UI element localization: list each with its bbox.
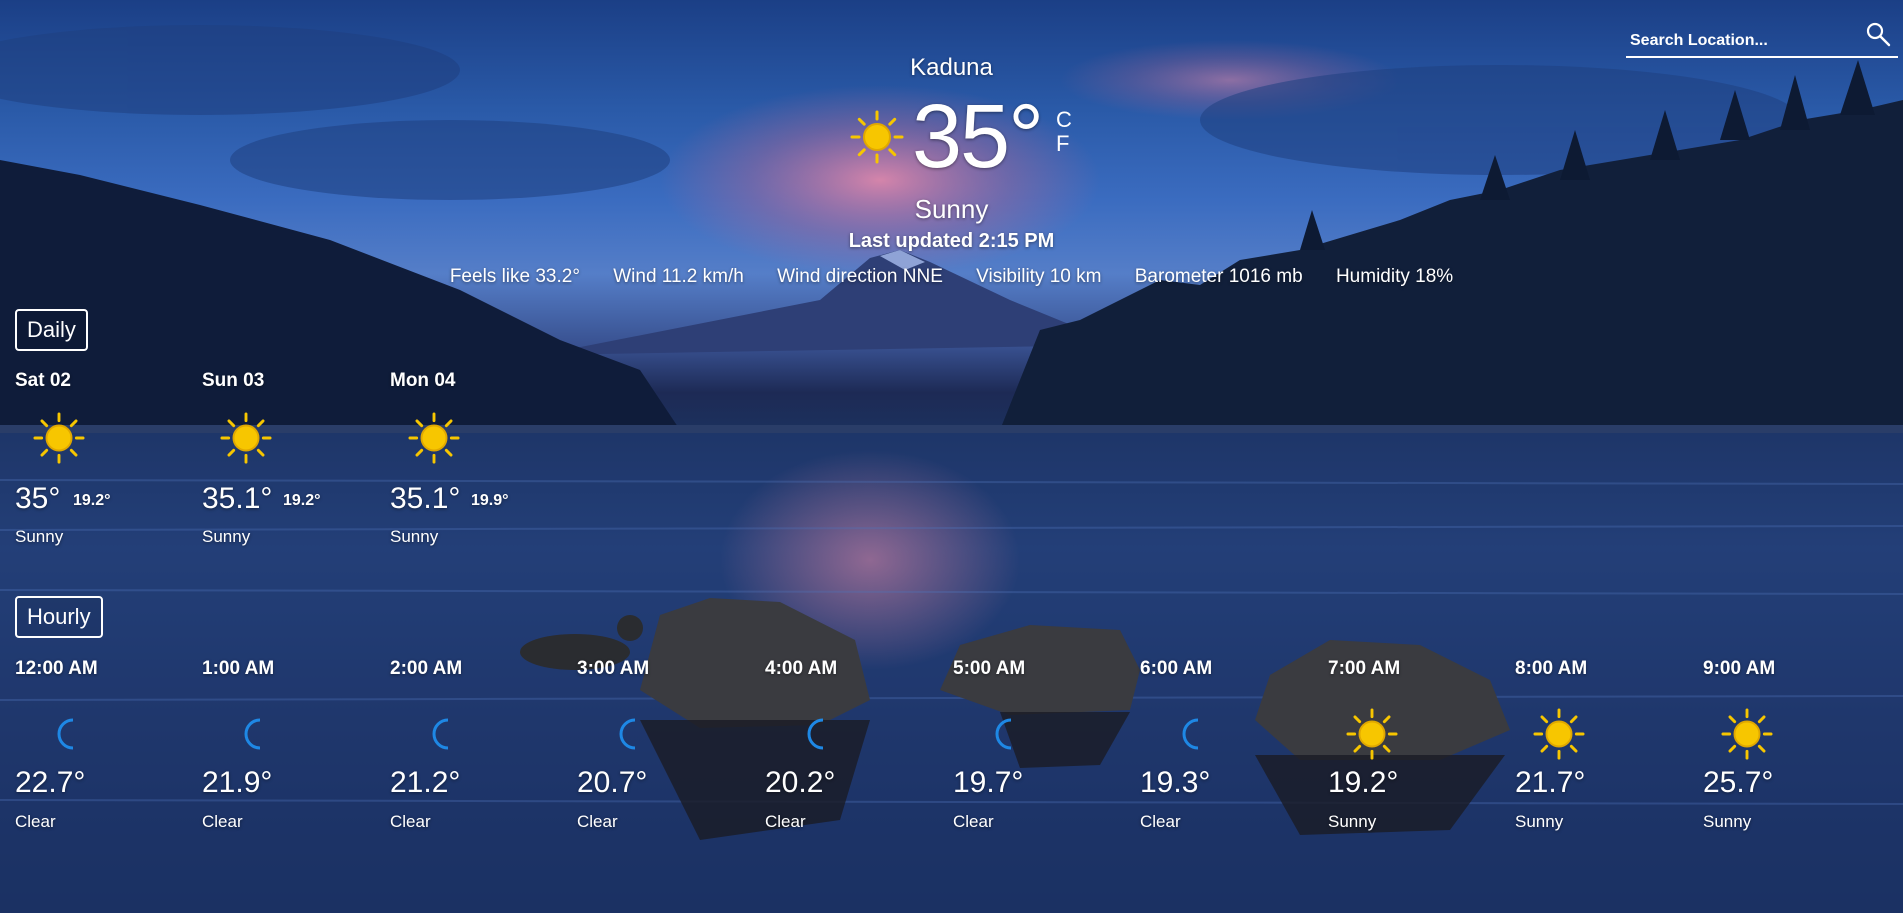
hour-time: 3:00 AM [577,658,650,679]
sun-icon [850,110,904,164]
hourly-item: 2:00 AM 21.2° Clear [390,658,550,831]
moon-icon [1182,718,1199,750]
hour-condition: Sunny [1515,812,1564,831]
weather-app: Kaduna 35° C F Sunny Last updated 2:15 P… [0,0,1903,913]
hourly-item: 12:00 AM 22.7° Clear [15,658,175,831]
hourly-item: 1:00 AM 21.9° Clear [202,658,362,831]
hourly-item: 7:00 AM 19.2° Sunny [1328,658,1488,831]
day-condition: Sunny [15,527,64,546]
weather-details: Feels like 33.2° Wind 11.2 km/h Wind dir… [0,266,1903,288]
unit-toggle: C F [1056,108,1072,156]
current-condition: Sunny [914,194,989,224]
hourly-tab[interactable]: Hourly [15,596,103,638]
hour-temp: 25.7° [1703,766,1774,799]
hour-time: 9:00 AM [1703,658,1776,679]
hourly-item: 9:00 AM 25.7° Sunny [1703,658,1863,831]
day-low: 19.2° [73,492,111,509]
hourly-item: 6:00 AM 19.3° Clear [1140,658,1300,831]
hour-condition: Clear [1140,812,1181,831]
moon-icon [244,718,261,750]
hour-time: 2:00 AM [390,658,463,679]
hour-temp: 19.2° [1328,766,1399,799]
hour-time: 8:00 AM [1515,658,1588,679]
search-bar [1626,18,1898,58]
search-input[interactable] [1628,28,1852,54]
hour-temp: 21.7° [1515,766,1586,799]
hour-time: 1:00 AM [202,658,275,679]
hour-condition: Sunny [1328,812,1377,831]
day-low: 19.9° [471,492,509,509]
day-condition: Sunny [202,527,251,546]
hour-temp: 20.2° [765,766,836,799]
hourly-item: 4:00 AM 20.2° Clear [765,658,925,831]
unit-fahrenheit[interactable]: F [1056,132,1072,156]
day-date: Mon 04 [390,370,456,391]
day-high: 35° [15,482,61,515]
hourly-item: 3:00 AM 20.7° Clear [577,658,737,831]
hour-temp: 19.7° [953,766,1024,799]
hour-condition: Clear [15,812,56,831]
hourly-item: 5:00 AM 19.7° Clear [953,658,1113,831]
moon-icon [432,718,449,750]
hour-condition: Clear [390,812,431,831]
hour-temp: 20.7° [577,766,648,799]
hour-time: 5:00 AM [953,658,1026,679]
hour-time: 7:00 AM [1328,658,1401,679]
sun-icon [408,412,460,464]
sun-icon [33,412,85,464]
daily-item: Sat 02 35° 19.2° Sunny [15,370,185,546]
moon-icon [995,718,1012,750]
hour-condition: Clear [765,812,806,831]
hour-time: 12:00 AM [15,658,98,679]
hour-condition: Sunny [1703,812,1752,831]
wind-speed: Wind 11.2 km/h [613,266,744,287]
hour-temp: 22.7° [15,766,86,799]
hour-temp: 19.3° [1140,766,1211,799]
hour-temp: 21.9° [202,766,273,799]
day-condition: Sunny [390,527,439,546]
sun-icon [1533,708,1585,760]
daily-tab[interactable]: Daily [15,309,88,351]
hour-condition: Clear [953,812,994,831]
moon-icon [807,718,824,750]
day-date: Sun 03 [202,370,265,391]
sun-icon [1346,708,1398,760]
feels-like: Feels like 33.2° [449,266,580,287]
hour-condition: Clear [577,812,618,831]
city-name: Kaduna [910,54,993,81]
day-date: Sat 02 [15,370,71,391]
sun-icon [1721,708,1773,760]
humidity: Humidity 18% [1335,266,1454,287]
hourly-item: 8:00 AM 21.7° Sunny [1515,658,1675,831]
last-updated: Last updated 2:15 PM [848,230,1055,252]
current-temperature: 35° [912,87,1044,187]
hour-time: 4:00 AM [765,658,838,679]
hour-time: 6:00 AM [1140,658,1213,679]
current-weather: 35° C F [850,92,1080,182]
day-high: 35.1° [390,482,461,515]
wind-direction: Wind direction NNE [777,266,943,287]
moon-icon [619,718,636,750]
sun-icon [220,412,272,464]
visibility: Visibility 10 km [976,266,1102,287]
unit-celsius[interactable]: C [1056,108,1072,132]
hour-temp: 21.2° [390,766,461,799]
day-high: 35.1° [202,482,273,515]
search-icon[interactable] [1864,20,1892,48]
moon-icon [57,718,74,750]
barometer: Barometer 1016 mb [1134,266,1303,287]
daily-item: Sun 03 35.1° 19.2° Sunny [202,370,372,546]
daily-item: Mon 04 35.1° 19.9° Sunny [390,370,560,546]
hour-condition: Clear [202,812,243,831]
day-low: 19.2° [283,492,321,509]
